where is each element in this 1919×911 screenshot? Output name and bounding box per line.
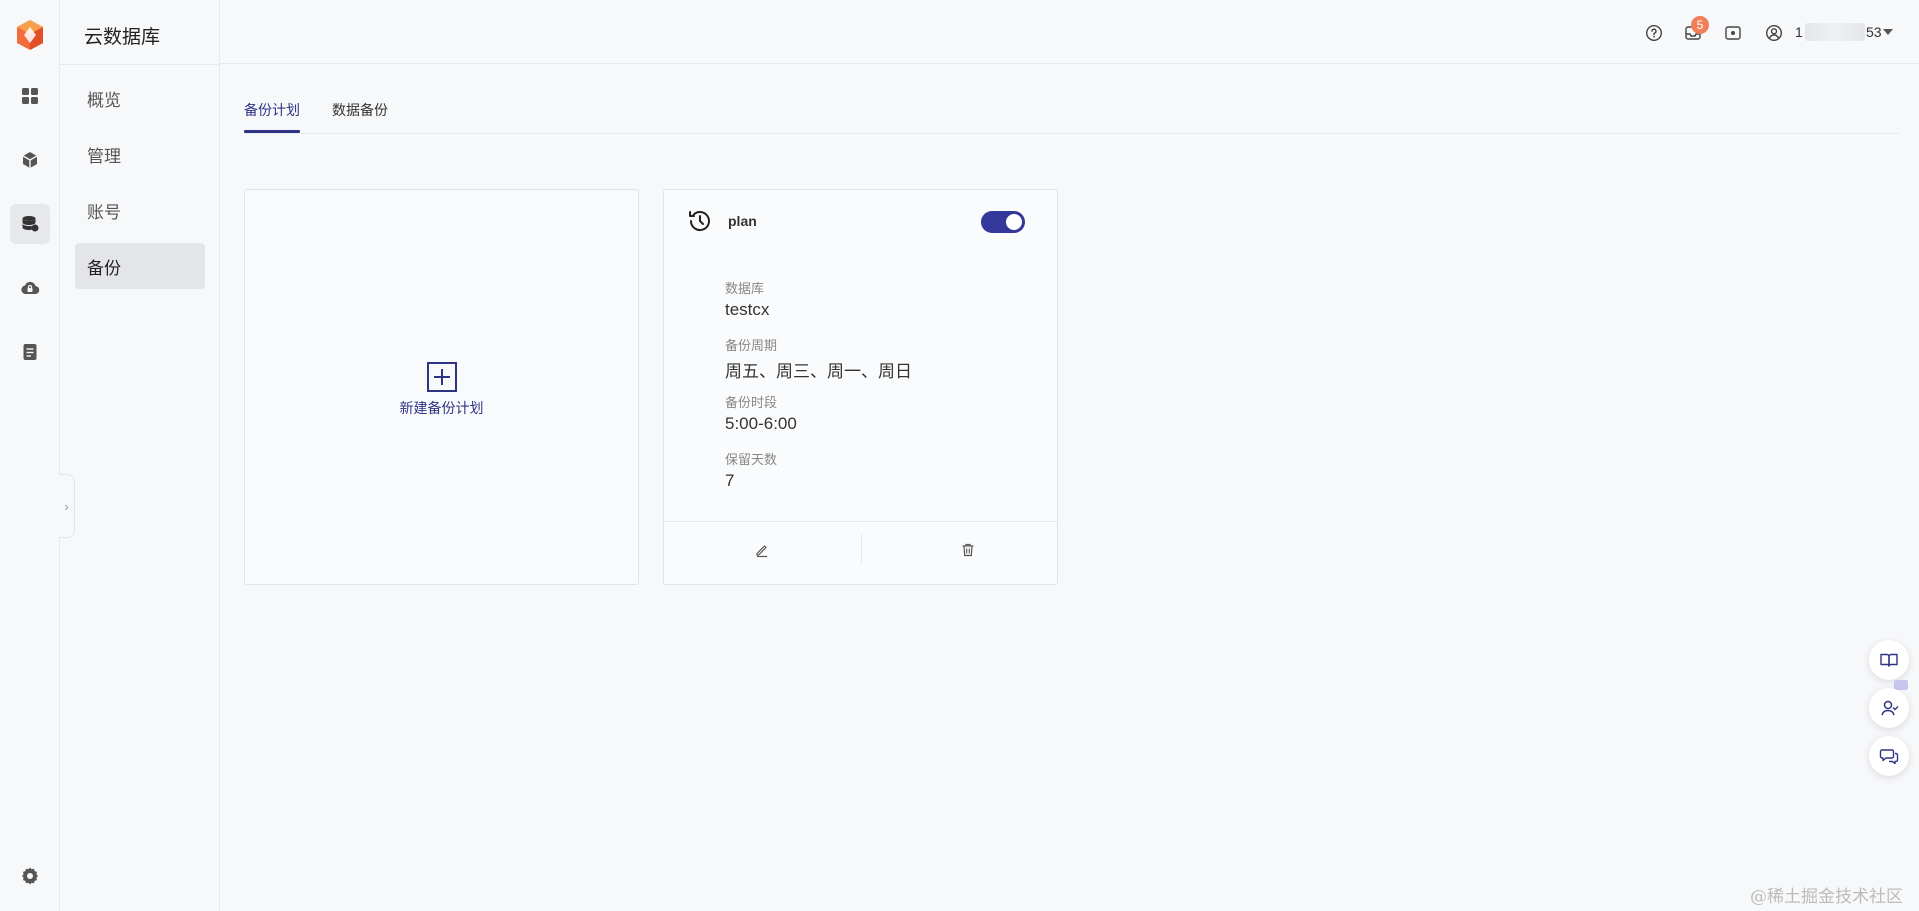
new-backup-plan-card[interactable]: 新建备份计划 [244, 189, 639, 585]
field-label-retention: 保留天数 [725, 452, 778, 467]
help-circle-icon [1645, 24, 1663, 42]
rail-item-settings[interactable] [10, 856, 50, 896]
footer-divider [861, 534, 862, 564]
notification-count-badge: 5 [1691, 16, 1709, 34]
chevron-right-icon: › [64, 498, 69, 514]
clock-history-icon [689, 211, 710, 231]
document-icon [23, 344, 37, 360]
docs-float-button[interactable] [1869, 640, 1909, 680]
backup-plan-card: plan 数据库 testcx 备份周期 周五、周三、周一、周日 备份时段 5:… [663, 189, 1058, 585]
dashboard-icon [22, 88, 38, 104]
rail-item-docs[interactable] [10, 332, 50, 372]
edit-plan-button[interactable] [752, 540, 772, 560]
subnav-item-label: 管理 [87, 146, 121, 166]
subnav-item-overview[interactable]: 概览 [75, 75, 205, 121]
chat-bubbles-icon [1879, 749, 1899, 765]
plan-enabled-toggle[interactable] [981, 211, 1025, 233]
screen-button[interactable] [1722, 22, 1744, 44]
field-value-retention: 7 [725, 471, 735, 490]
support-float-button[interactable] [1869, 688, 1909, 728]
gear-icon [22, 867, 38, 885]
new-backup-plan-label: 新建备份计划 [399, 400, 484, 416]
field-label-database: 数据库 [725, 281, 765, 296]
pencil-icon [756, 545, 767, 558]
screen-icon [1725, 26, 1741, 40]
plus-square-icon [427, 362, 457, 392]
rail-item-database[interactable] [10, 204, 50, 244]
subnav-item-backup[interactable]: 备份 [75, 243, 205, 289]
app-root: 云数据库 概览 管理 账号 备份 › 5 1 53 备份计划 数据备份 新建备份… [0, 0, 1919, 911]
open-book-icon [1880, 653, 1898, 667]
chevron-down-icon[interactable] [1883, 29, 1893, 35]
nav-divider [60, 64, 220, 65]
field-value-database: testcx [725, 300, 770, 319]
tabs-divider [244, 133, 1899, 134]
cloud-lock-icon [21, 281, 40, 295]
icon-rail [0, 0, 60, 911]
tab-label: 备份计划 [244, 102, 300, 118]
cube-icon [22, 152, 38, 168]
rail-item-compute[interactable] [10, 140, 50, 180]
brand-logo[interactable] [13, 18, 47, 52]
user-circle-icon [1765, 24, 1783, 42]
plan-name: plan [728, 213, 757, 229]
subnav-item-label: 备份 [87, 258, 121, 278]
field-value-window: 5:00-6:00 [725, 414, 797, 433]
field-value-cycle: 周五、周三、周一、周日 [725, 362, 912, 381]
plan-card-footer [664, 521, 1057, 585]
rail-item-security[interactable] [10, 268, 50, 308]
user-name-start[interactable]: 1 [1795, 24, 1803, 40]
user-name-redacted [1805, 23, 1865, 41]
user-name-end[interactable]: 53 [1866, 24, 1882, 40]
user-support-icon [1881, 700, 1899, 716]
help-button[interactable] [1643, 22, 1665, 44]
subnav-item-manage[interactable]: 管理 [75, 131, 205, 177]
chat-float-button[interactable] [1869, 736, 1909, 776]
delete-plan-button[interactable] [958, 540, 978, 560]
subnav-item-label: 账号 [87, 202, 121, 222]
field-label-cycle: 备份周期 [725, 338, 778, 353]
database-icon [22, 216, 39, 232]
sidebar-collapse-handle[interactable]: › [59, 474, 75, 538]
tab-backup-plan[interactable]: 备份计划 [244, 100, 300, 133]
app-title: 云数据库 [84, 27, 161, 48]
trash-icon [962, 543, 974, 557]
rail-item-dashboard[interactable] [10, 76, 50, 116]
toggle-knob [1006, 214, 1022, 230]
subnav-item-label: 概览 [87, 90, 121, 110]
tab-data-backup[interactable]: 数据备份 [332, 100, 388, 120]
secondary-nav: 云数据库 概览 管理 账号 备份 [60, 0, 220, 911]
tab-label: 数据备份 [332, 102, 388, 118]
watermark: @稀土掘金技术社区 [1750, 887, 1903, 907]
subnav-item-account[interactable]: 账号 [75, 187, 205, 233]
field-label-window: 备份时段 [725, 395, 778, 410]
user-avatar[interactable] [1763, 22, 1785, 44]
